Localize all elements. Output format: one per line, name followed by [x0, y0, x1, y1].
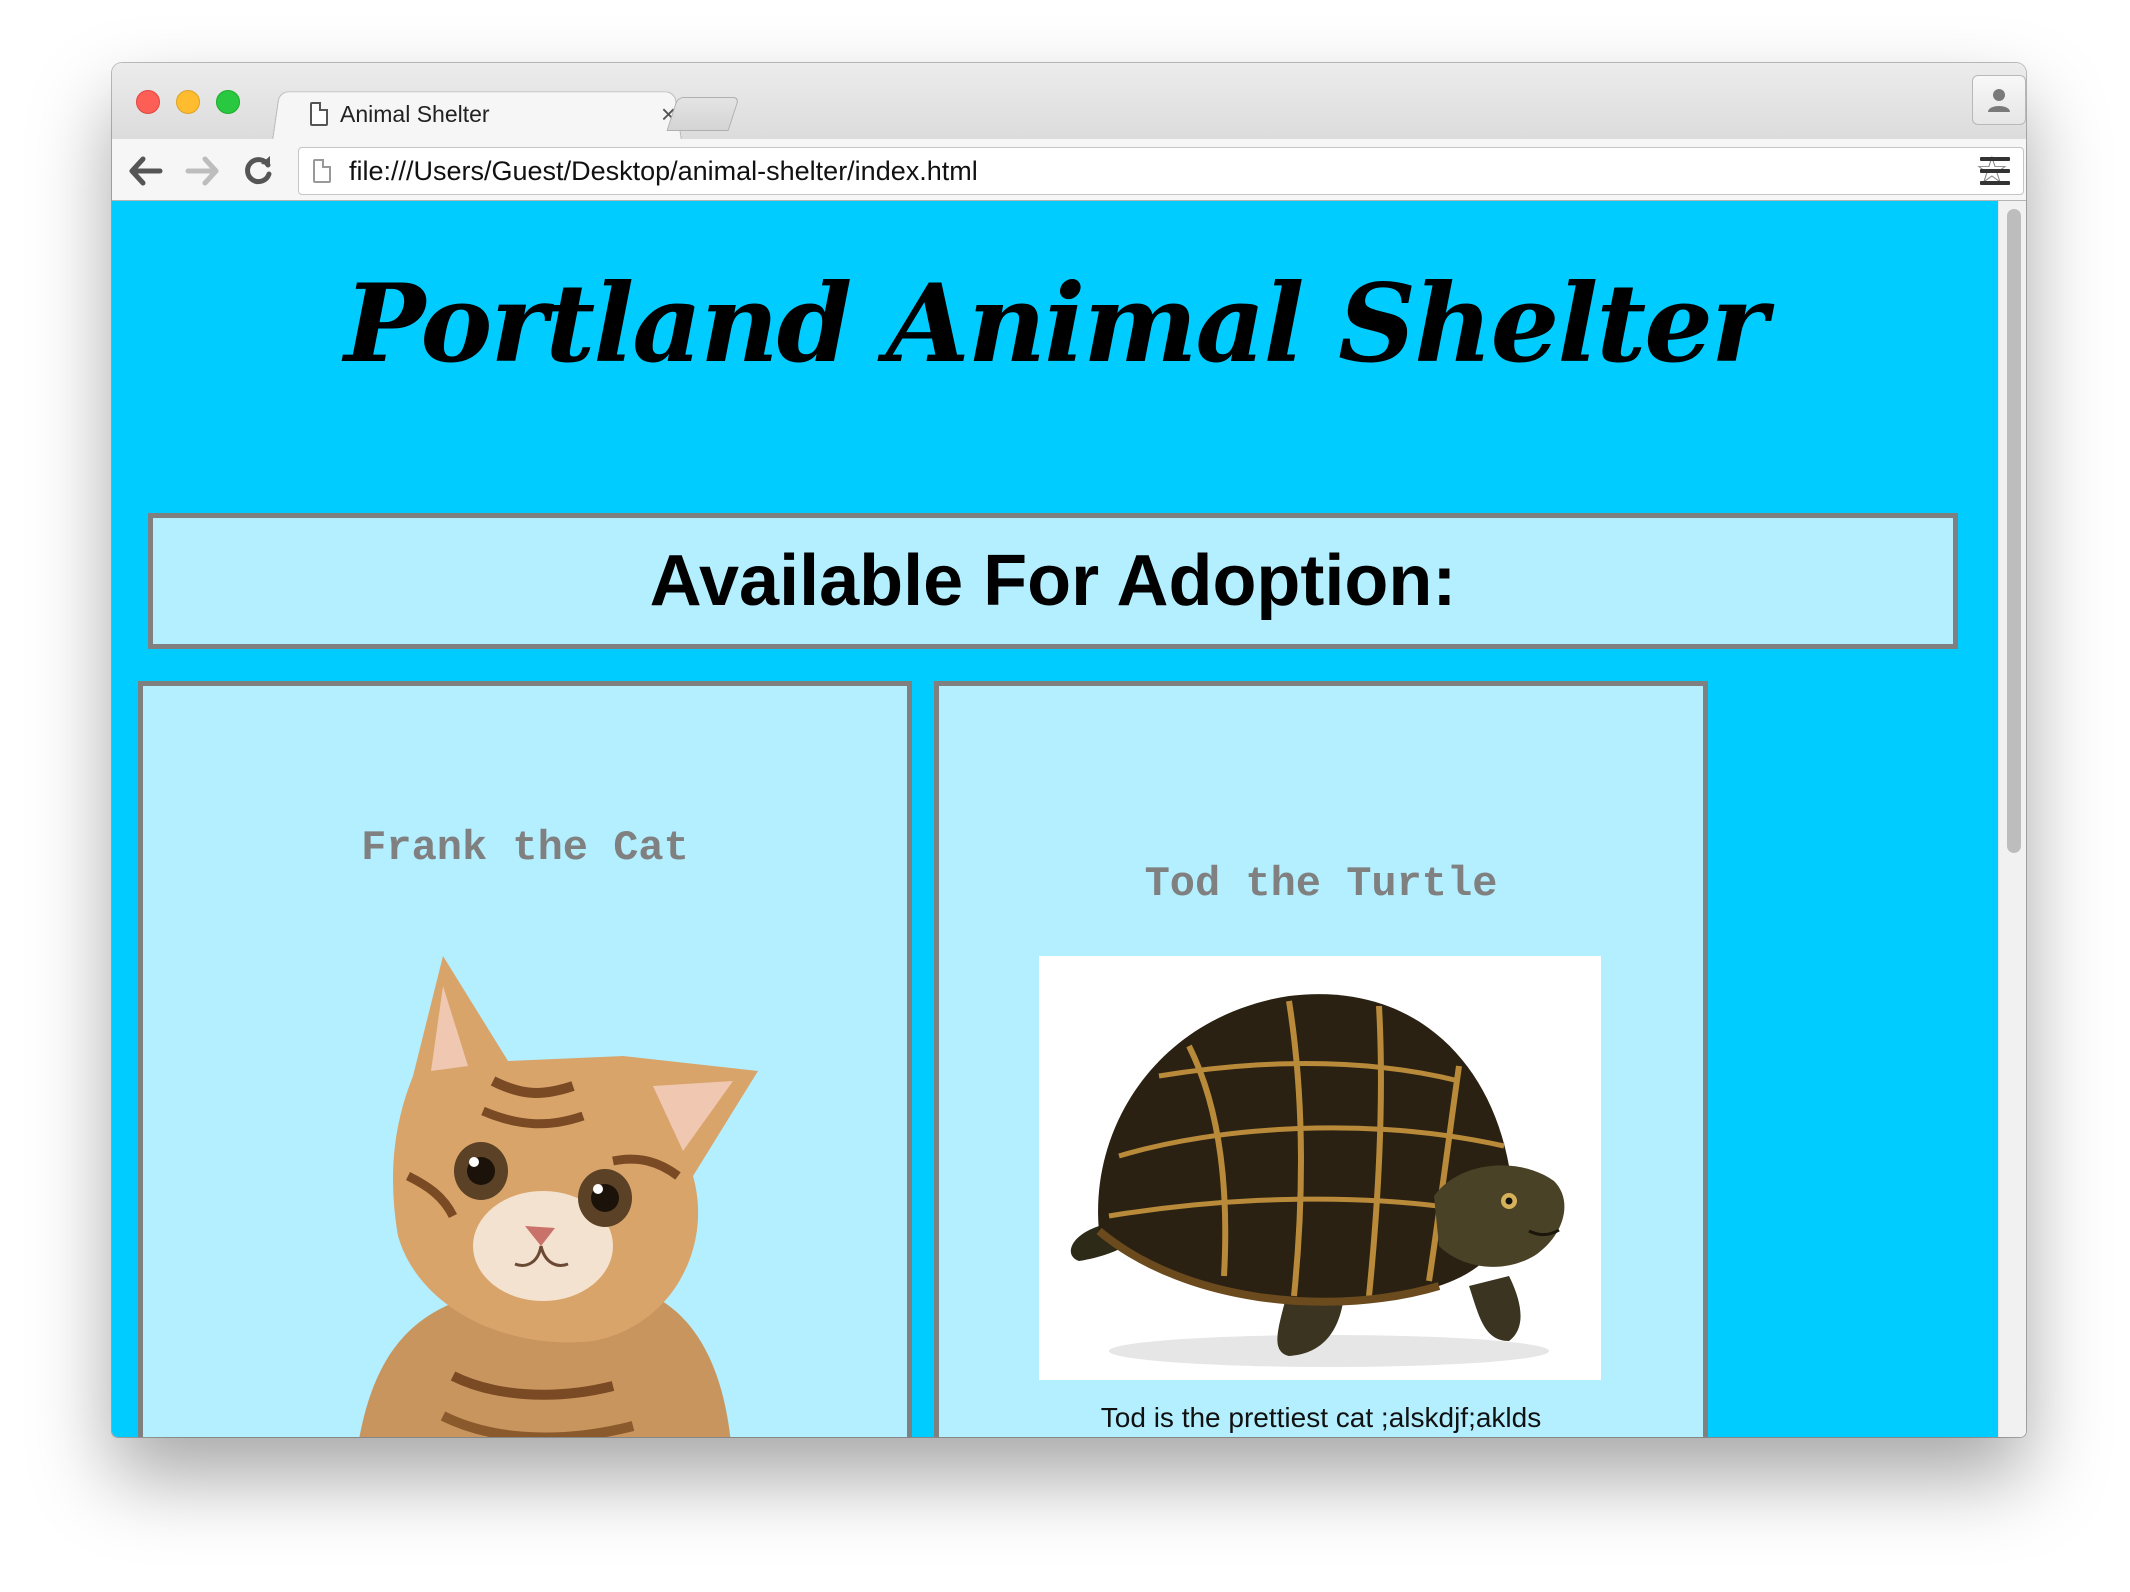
profile-button[interactable]	[1972, 75, 2026, 125]
new-tab-button[interactable]	[666, 97, 740, 131]
pet-name: Frank the Cat	[361, 824, 689, 872]
tab-title: Animal Shelter	[340, 100, 490, 127]
menu-icon[interactable]	[1980, 157, 2010, 185]
browser-window: Animal Shelter × file:///Users/Guest/Des…	[112, 63, 2026, 1437]
turtle-photo	[1039, 956, 1601, 1380]
back-button[interactable]	[126, 151, 166, 191]
window-maximize-button[interactable]	[216, 90, 240, 114]
scrollbar[interactable]	[1998, 201, 2026, 1437]
url-text[interactable]: file:///Users/Guest/Desktop/animal-shelt…	[349, 156, 1975, 187]
scrollbar-thumb[interactable]	[2007, 209, 2021, 853]
window-minimize-button[interactable]	[176, 90, 200, 114]
pet-card: Frank the Cat	[138, 681, 912, 1437]
address-bar[interactable]: file:///Users/Guest/Desktop/animal-shelt…	[298, 147, 2024, 195]
profile-icon	[1988, 89, 2010, 112]
page-icon	[310, 102, 328, 126]
page-icon	[313, 159, 331, 183]
pet-description: Tod is the prettiest cat ;alskdjf;aklds	[1100, 1402, 1542, 1433]
tab-strip: Animal Shelter ×	[112, 63, 2026, 141]
pet-name: Tod the Turtle	[1144, 860, 1498, 908]
forward-arrow-icon	[185, 156, 219, 186]
site-title: Portland Animal Shelter	[344, 261, 1768, 387]
page-viewport: Portland Animal Shelter Available For Ad…	[112, 201, 2026, 1437]
section-heading: Available For Adoption:	[148, 513, 1958, 649]
turtle-illustration	[1070, 994, 1565, 1367]
pet-card: Tod the Turtle Tod is the prettiest cat …	[934, 681, 1708, 1437]
reload-icon	[245, 156, 272, 185]
forward-button[interactable]	[182, 151, 222, 191]
window-close-button[interactable]	[136, 90, 160, 114]
cat-photo	[359, 956, 758, 1437]
tab-content[interactable]: Animal Shelter ×	[294, 89, 684, 139]
reload-button[interactable]	[238, 151, 278, 191]
back-arrow-icon	[129, 156, 163, 186]
browser-toolbar: file:///Users/Guest/Desktop/animal-shelt…	[112, 139, 2026, 201]
